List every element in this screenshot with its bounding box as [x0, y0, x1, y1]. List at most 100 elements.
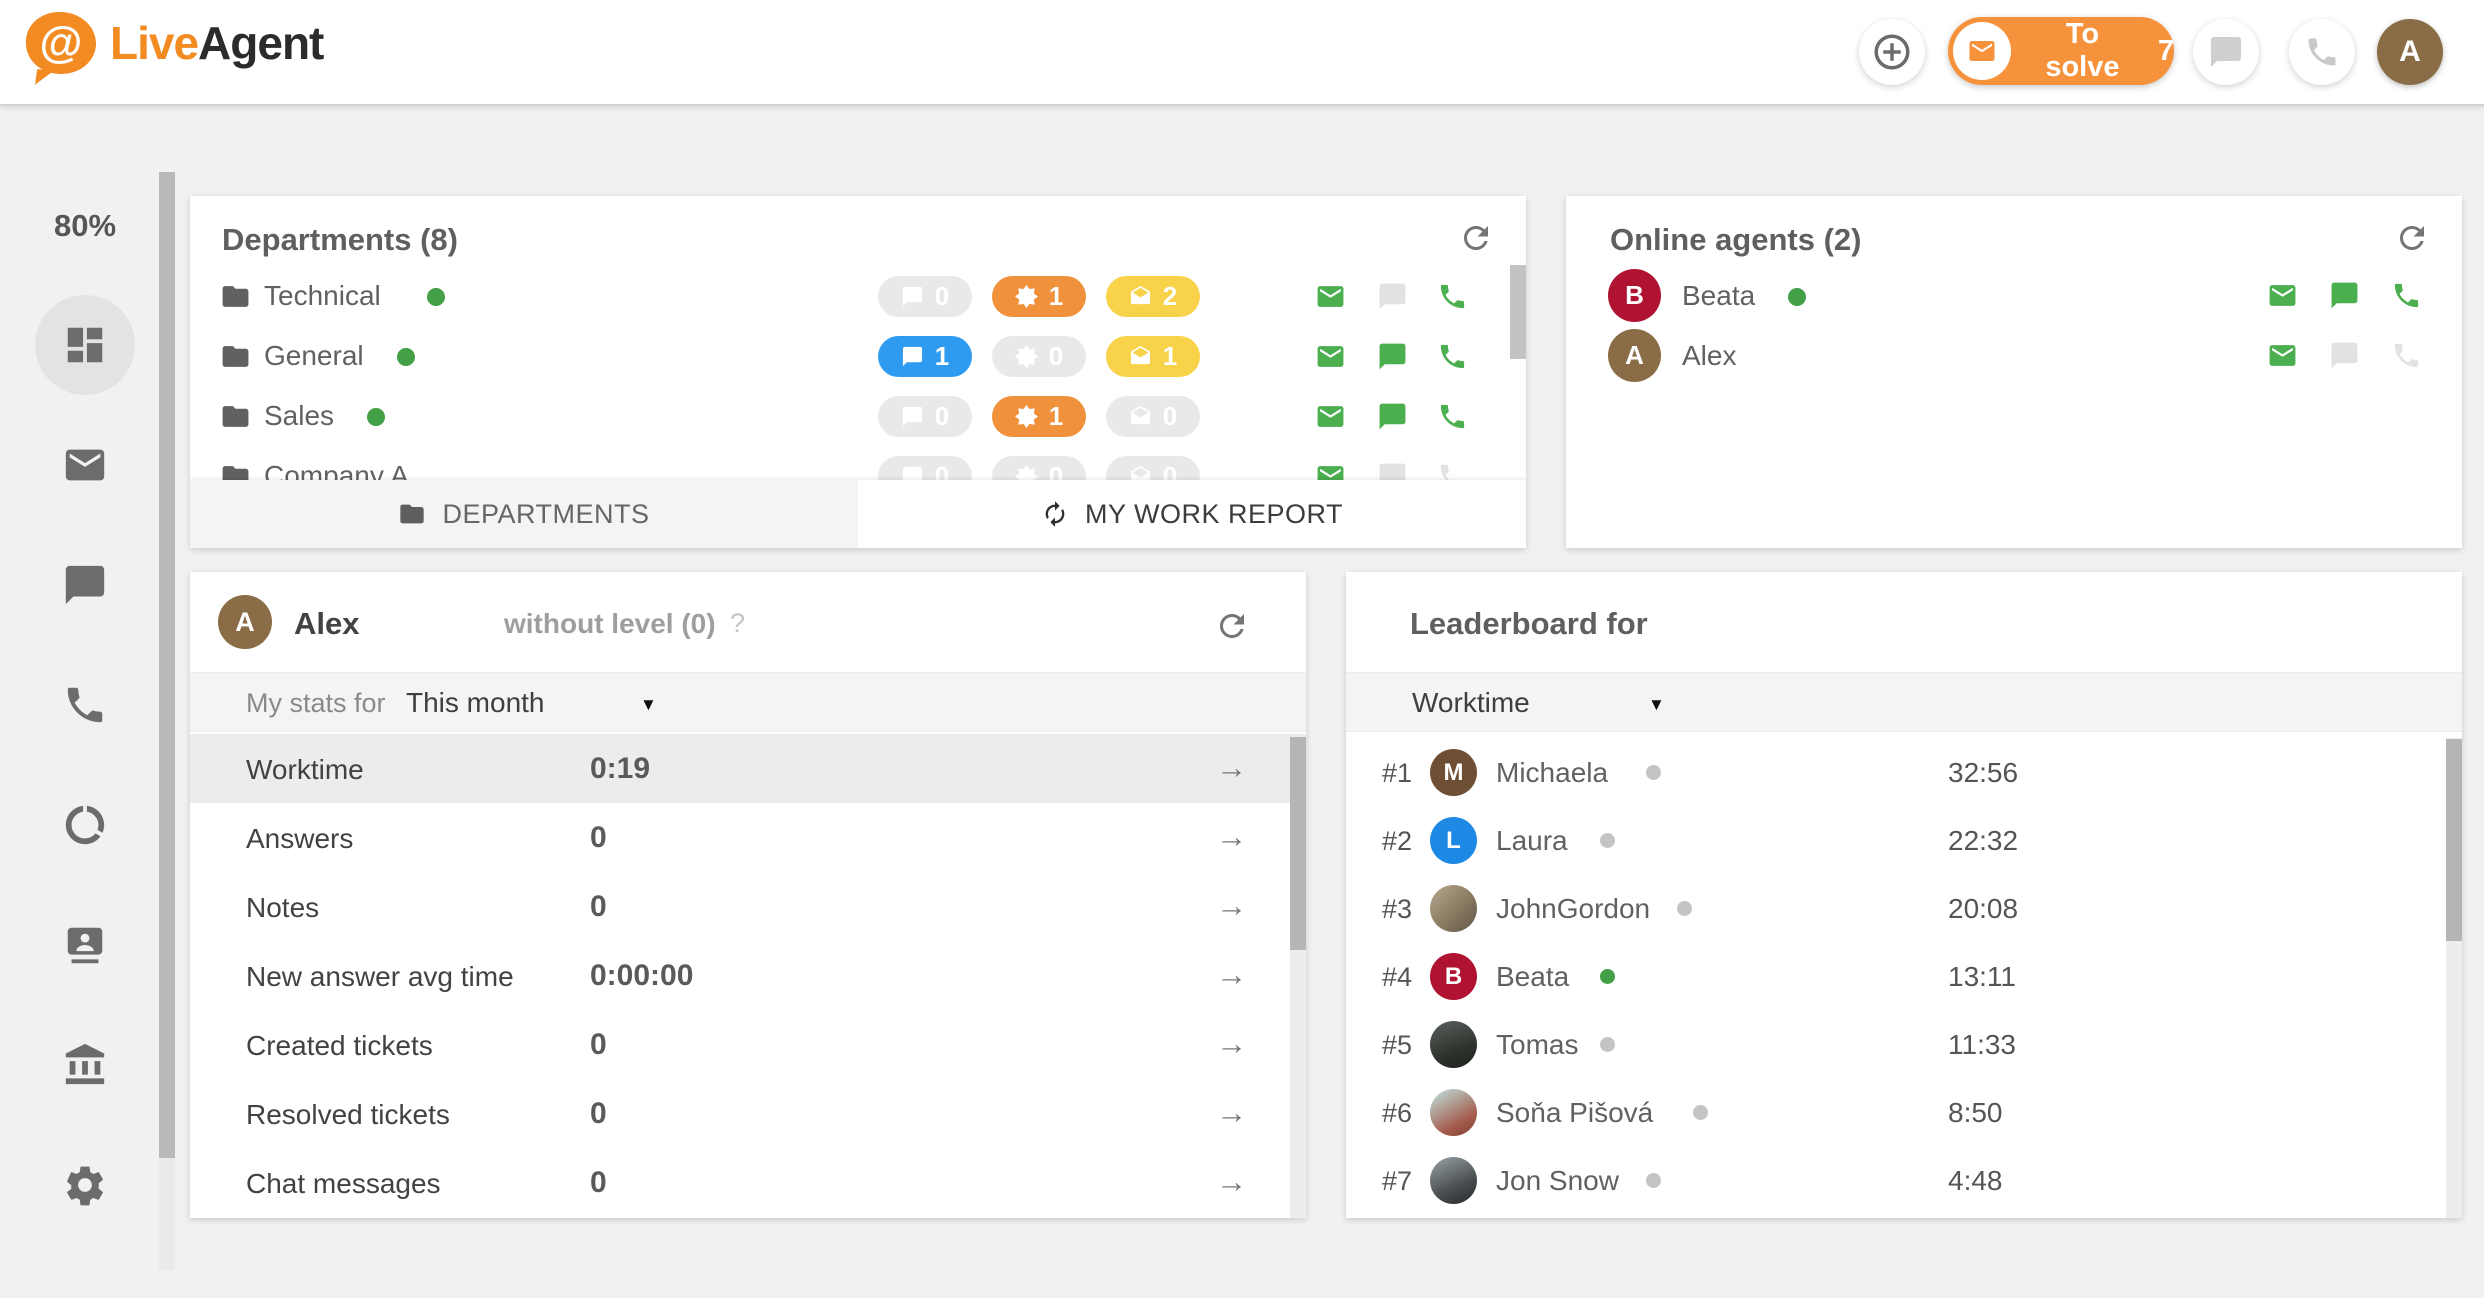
mail-action-icon[interactable] — [1315, 401, 1346, 432]
agent-name: Jon Snow — [1496, 1165, 1619, 1197]
metric-value: 13:11 — [1948, 961, 2016, 993]
online-dot — [1788, 288, 1806, 306]
sidebar-item-phone[interactable] — [35, 655, 135, 755]
department-name: General — [264, 340, 364, 372]
offline-dot — [1646, 765, 1661, 780]
sidebar-item-mail[interactable] — [35, 415, 135, 515]
stat-row[interactable]: Created tickets 0 → — [190, 1010, 1306, 1079]
my-stats-card: A Alex without level (0) ? My stats for … — [190, 572, 1306, 1218]
department-row[interactable]: Technical 012 — [190, 266, 1526, 326]
tab-departments[interactable]: DEPARTMENTS — [190, 480, 858, 548]
stat-row[interactable]: Notes 0 → — [190, 872, 1306, 941]
arrow-right-icon[interactable]: → — [1216, 1026, 1247, 1062]
call-action-icon[interactable] — [1437, 401, 1468, 432]
offline-dot — [1693, 1105, 1708, 1120]
chats-button[interactable] — [2193, 19, 2259, 85]
leaderboard-row: #7 Jon Snow 4:48 — [1346, 1146, 2462, 1214]
folder-icon — [220, 401, 251, 432]
offline-dot — [1677, 901, 1692, 916]
sidebar-item-company[interactable] — [35, 1015, 135, 1115]
leaderboard-title: Leaderboard for — [1410, 606, 1648, 642]
chevron-down-icon[interactable]: ▼ — [640, 695, 657, 715]
leaderboard-card: Leaderboard for Worktime ▼ #1 M Michaela… — [1346, 572, 2462, 1218]
stats-scrollbar[interactable] — [1290, 736, 1306, 1218]
call-action-icon[interactable] — [2391, 340, 2422, 371]
agent-avatar: A — [218, 595, 272, 649]
agent-avatar: A — [1608, 329, 1661, 382]
department-row[interactable]: Sales 010 — [190, 386, 1526, 446]
chat-action-icon[interactable] — [1377, 401, 1408, 432]
mail-action-icon[interactable] — [1315, 281, 1346, 312]
arrow-right-icon[interactable]: → — [1216, 888, 1247, 924]
mail-action-icon[interactable] — [2267, 340, 2298, 371]
offline-dot — [1646, 1173, 1661, 1188]
online-agent-row: A Alex — [1566, 326, 2462, 386]
stat-label: New answer avg time — [246, 961, 514, 993]
stat-value: 0 — [590, 890, 607, 924]
stat-row[interactable]: Answers 0 → — [190, 803, 1306, 872]
chat-bubble-icon — [2208, 34, 2244, 70]
call-action-icon[interactable] — [1437, 281, 1468, 312]
calls-button[interactable] — [2289, 19, 2355, 85]
chat-action-icon[interactable] — [1377, 341, 1408, 372]
agent-photo-avatar — [1430, 885, 1477, 932]
refresh-icon[interactable] — [1214, 608, 1250, 644]
chat-action-icon[interactable] — [2329, 280, 2360, 311]
arrow-right-icon[interactable]: → — [1216, 1095, 1247, 1131]
sidebar-item-contacts[interactable] — [35, 895, 135, 995]
sidebar-item-dashboard[interactable] — [35, 295, 135, 395]
to-solve-button[interactable]: To solve 7 — [1948, 17, 2174, 85]
open-mails-icon — [1129, 345, 1152, 368]
department-name: Technical — [264, 280, 381, 312]
open-mails-icon — [1129, 405, 1152, 428]
department-row[interactable]: General 101 — [190, 326, 1526, 386]
metric-select[interactable]: Worktime — [1412, 687, 1530, 719]
chat-action-icon[interactable] — [2329, 340, 2360, 371]
main-scrollbar[interactable] — [159, 172, 175, 1270]
logo-bubble-icon: @ — [26, 12, 96, 74]
offline-dot — [1600, 833, 1615, 848]
arrow-right-icon[interactable]: → — [1216, 819, 1247, 855]
main-scrollbar-thumb[interactable] — [159, 172, 175, 1158]
arrow-right-icon[interactable]: → — [1216, 750, 1247, 786]
create-new-button[interactable] — [1859, 19, 1925, 85]
call-action-icon[interactable] — [2391, 280, 2422, 311]
arrow-right-icon[interactable]: → — [1216, 957, 1247, 993]
call-action-icon[interactable] — [1437, 341, 1468, 372]
period-select[interactable]: This month — [406, 687, 545, 719]
new-tickets-icon — [1015, 405, 1038, 428]
chat-action-icon[interactable] — [1377, 281, 1408, 312]
stat-row[interactable]: Chat messages 0 → — [190, 1148, 1306, 1217]
online-dot — [1600, 969, 1615, 984]
tab-my-work-report[interactable]: MY WORK REPORT — [858, 480, 1526, 548]
stat-label: Worktime — [246, 754, 364, 786]
stat-row[interactable]: Worktime 0:19 → — [190, 734, 1306, 803]
help-icon[interactable]: ? — [730, 608, 745, 639]
stats-scrollbar-thumb[interactable] — [1290, 737, 1306, 950]
chevron-down-icon[interactable]: ▼ — [1648, 695, 1665, 715]
stat-row[interactable]: New answer avg time 0:00:00 → — [190, 941, 1306, 1010]
online-agent-row: B Beata — [1566, 266, 2462, 326]
mail-action-icon[interactable] — [1315, 341, 1346, 372]
sidebar-item-chat[interactable] — [35, 535, 135, 635]
refresh-icon[interactable] — [2394, 220, 2430, 256]
agent-name: Beata — [1496, 961, 1569, 993]
leaderboard-scrollbar-thumb[interactable] — [2446, 739, 2462, 941]
stat-label: Answers — [246, 823, 353, 855]
leaderboard-metric-band: Worktime ▼ — [1346, 672, 2462, 732]
user-avatar[interactable]: A — [2377, 19, 2443, 85]
agent-avatar: M — [1430, 749, 1477, 796]
metric-value: 20:08 — [1948, 893, 2018, 925]
arrow-right-icon[interactable]: → — [1216, 1164, 1247, 1200]
metric-value: 32:56 — [1948, 757, 2018, 789]
sidebar-item-reports-donut[interactable] — [35, 775, 135, 875]
mail-action-icon[interactable] — [2267, 280, 2298, 311]
company-icon — [62, 1042, 108, 1088]
departments-scrollbar[interactable] — [1510, 265, 1526, 359]
leaderboard-row: #2 L Laura 22:32 — [1346, 806, 2462, 874]
stat-label: Notes — [246, 892, 319, 924]
leaderboard-scrollbar[interactable] — [2446, 738, 2462, 1218]
stat-row[interactable]: Resolved tickets 0 → — [190, 1079, 1306, 1148]
refresh-icon[interactable] — [1458, 220, 1494, 256]
sidebar-item-settings-gear[interactable] — [35, 1135, 135, 1235]
